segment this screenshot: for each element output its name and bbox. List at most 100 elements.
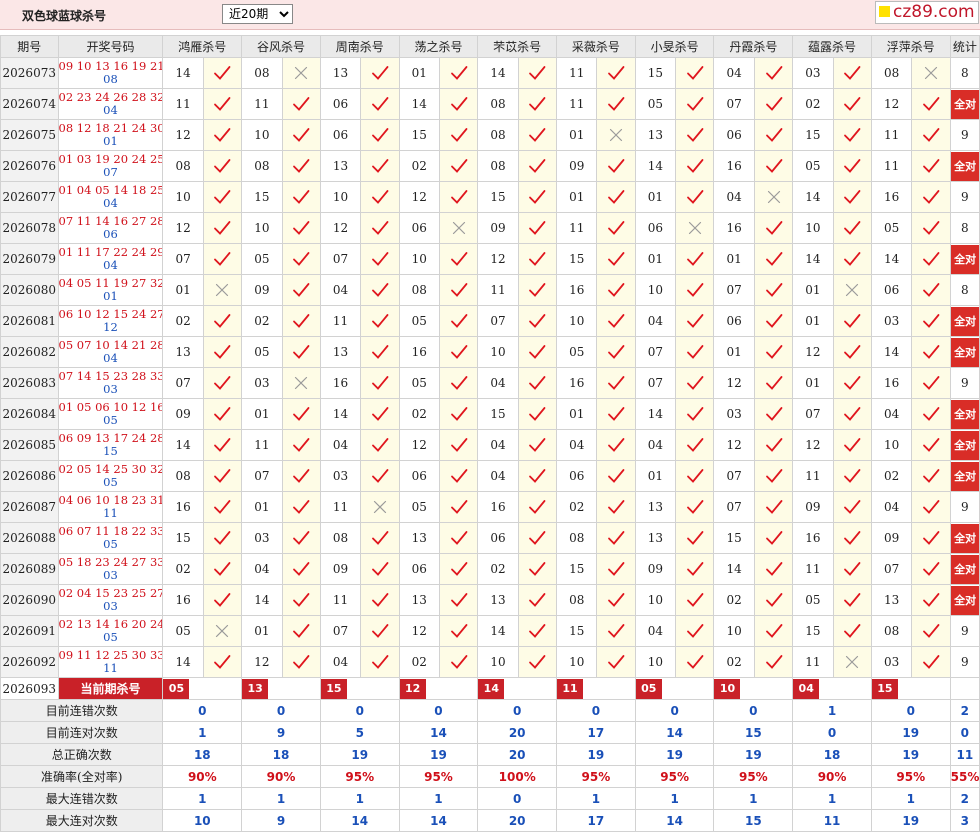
result-cell [832,243,872,275]
result-cell [438,150,479,182]
kill-number: 14 [870,336,913,368]
result-cell [517,274,558,306]
period-range-select[interactable]: 近20期 [222,4,293,24]
stats-label: 最大连对次数 [0,809,164,832]
check-icon [372,469,389,483]
result-cell [438,398,479,430]
blue-ball: 04 [103,196,118,210]
correct-count-cell: 9 [949,646,980,678]
kill-number: 05 [398,367,440,399]
stats-total: 11 [949,743,980,766]
stats-row: 最大连错次数 1 1 1 1 0 1 1 1 1 1 2 [0,787,980,810]
result-cell [911,274,951,306]
check-icon [765,314,782,328]
result-cell [753,305,794,337]
table-row: 202607309 10 13 16 19 21 +08140813011411… [0,57,980,89]
check-icon [765,221,782,235]
correct-count-cell: 9 [949,615,980,647]
kill-number: 07 [241,460,283,492]
current-kill-cell: 05 [634,677,715,700]
result-cell [281,615,321,647]
stats-value: 90% [792,765,872,788]
kill-number: 10 [477,646,519,678]
column-expert: 谷风杀号 [241,35,321,58]
check-icon [608,407,625,421]
kill-number: 14 [162,429,204,461]
column-expert: 鸿雁杀号 [162,35,243,58]
current-stats-cell [949,677,980,700]
draw-numbers-cell: 05 07 10 14 21 28 +04 [57,336,164,368]
stats-value: 15 [713,809,794,832]
kill-number: 05 [556,336,598,368]
kill-number: 02 [241,305,283,337]
stats-value: 19 [398,743,479,766]
stats-value: 20 [477,743,558,766]
blue-ball: 04 [103,351,118,365]
result-cell [596,88,636,120]
draw-numbers-cell: 02 13 14 16 20 24 +05 [57,615,164,647]
cross-icon [924,66,938,80]
result-cell [517,367,558,399]
table-row: 202608004 05 11 19 27 32 +01010904081116… [0,274,980,306]
result-cell [517,336,558,368]
result-cell [360,336,400,368]
kill-number: 04 [634,429,677,461]
result-cell [832,460,872,492]
stats-value: 0 [556,699,636,722]
check-icon [214,252,231,266]
kill-number: 01 [241,491,283,523]
current-kill-cell: 05 [162,677,243,700]
check-icon [608,345,625,359]
kill-number: 01 [556,119,598,151]
kill-number: 05 [398,491,440,523]
check-icon [372,345,389,359]
blue-ball: 05 [103,537,118,551]
result-cell [832,367,872,399]
kill-number: 06 [319,119,362,151]
check-icon [293,407,310,421]
result-cell [281,429,321,461]
kill-number: 15 [162,522,204,554]
check-icon [923,252,940,266]
check-icon [765,376,782,390]
stats-value: 90% [162,765,243,788]
kill-number: 06 [398,553,440,585]
check-icon [529,190,546,204]
check-icon [529,345,546,359]
period-cell: 2026092 [0,646,59,678]
result-cell [202,646,243,678]
check-icon [686,469,704,483]
result-cell [911,460,951,492]
stats-value: 9 [241,809,321,832]
kill-number: 09 [792,491,834,523]
correct-count-cell: 全对 [949,460,980,492]
kill-number: 10 [319,181,362,213]
result-cell [360,522,400,554]
kill-number: 02 [162,553,204,585]
check-icon [923,593,940,607]
result-cell [281,119,321,151]
check-icon [372,159,389,173]
check-icon [923,624,940,638]
result-cell [438,584,479,616]
kill-number: 07 [634,336,677,368]
result-cell [596,243,636,275]
result-cell [202,181,243,213]
stats-value: 0 [477,787,558,810]
kill-number: 06 [398,460,440,492]
kill-number: 12 [477,243,519,275]
check-icon [293,159,310,173]
check-icon [923,500,940,514]
result-cell [675,57,715,89]
result-cell [753,367,794,399]
kill-number: 14 [241,584,283,616]
kill-number: 04 [634,615,677,647]
result-cell [675,274,715,306]
table-row: 202608205 07 10 14 21 28 +04130513161005… [0,336,980,368]
result-cell [596,553,636,585]
kill-number: 15 [634,57,677,89]
blue-ball: 12 [103,320,118,334]
draw-numbers-cell: 01 03 19 20 24 25 +07 [57,150,164,182]
result-cell [281,181,321,213]
site-logo[interactable]: cz89.com [875,1,979,24]
